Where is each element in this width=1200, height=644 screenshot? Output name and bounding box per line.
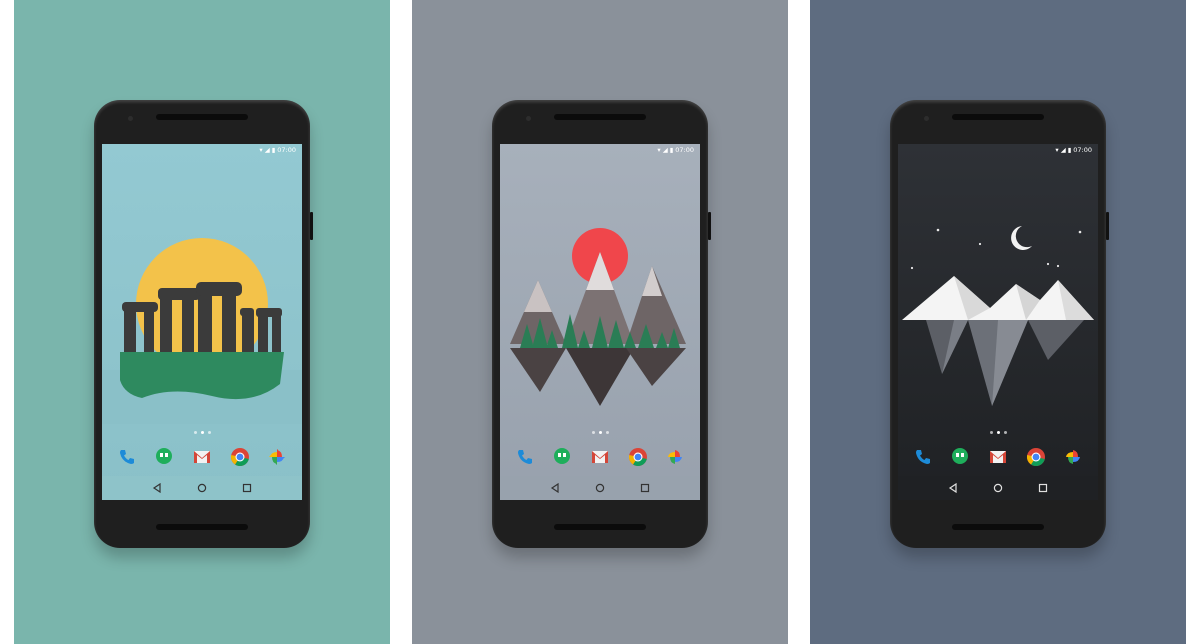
home-icon[interactable] xyxy=(194,480,210,496)
grass-island xyxy=(120,352,284,400)
power-button xyxy=(1106,212,1109,240)
gmail-icon[interactable] xyxy=(589,446,611,468)
battery-icon: ▮ xyxy=(669,146,674,154)
chrome-icon[interactable] xyxy=(229,446,251,468)
app-dock xyxy=(898,444,1098,470)
page-dot[interactable] xyxy=(1003,431,1007,434)
crescent-moon xyxy=(1011,226,1032,250)
page-dot-active[interactable] xyxy=(996,431,1000,434)
photos-icon[interactable] xyxy=(664,446,686,468)
hangouts-icon[interactable] xyxy=(153,446,175,468)
page-dot-active[interactable] xyxy=(200,431,204,434)
earpiece-speaker xyxy=(554,114,646,120)
phone-screen: ▾ ◢ ▮ 07:00 xyxy=(102,144,302,500)
wifi-icon: ▾ xyxy=(1055,146,1059,154)
navigation-bar xyxy=(500,476,700,500)
page-dot[interactable] xyxy=(207,431,211,434)
navigation-bar xyxy=(102,476,302,500)
photos-icon[interactable] xyxy=(1062,446,1084,468)
back-icon[interactable] xyxy=(547,480,563,496)
photos-icon[interactable] xyxy=(266,446,288,468)
home-page-indicator xyxy=(102,431,302,434)
status-bar: ▾ ◢ ▮ 07:00 xyxy=(500,144,700,156)
earpiece-speaker xyxy=(952,114,1044,120)
page-dot-active[interactable] xyxy=(598,431,602,434)
page-dot[interactable] xyxy=(989,431,993,434)
battery-icon: ▮ xyxy=(1067,146,1072,154)
hangouts-icon[interactable] xyxy=(551,446,573,468)
page-dot[interactable] xyxy=(591,431,595,434)
app-dock xyxy=(500,444,700,470)
status-time: 07:00 xyxy=(1073,146,1092,154)
earpiece-speaker xyxy=(156,114,248,120)
iceberg-wallpaper-art xyxy=(902,226,1094,406)
phone-screen: ▾ ◢ ▮ 07:00 xyxy=(500,144,700,500)
stars xyxy=(910,228,1082,270)
navigation-bar xyxy=(898,476,1098,500)
wifi-icon: ▾ xyxy=(657,146,661,154)
stonehenge-wallpaper-art xyxy=(102,238,302,424)
bottom-speaker xyxy=(156,524,248,530)
phone-mockup: ▾ ◢ ▮ 07:00 xyxy=(890,100,1109,548)
phone-icon[interactable] xyxy=(116,446,138,468)
battery-icon: ▮ xyxy=(271,146,276,154)
phone-screen: ▾ ◢ ▮ 07:00 xyxy=(898,144,1098,500)
wallpaper-preview-iceberg: ▾ ◢ ▮ 07:00 xyxy=(810,0,1186,644)
phone-mockup: ▾ ◢ ▮ 07:00 xyxy=(492,100,711,548)
wallpaper-preview-mountains: ▾ ◢ ▮ 07:00 xyxy=(412,0,788,644)
back-icon[interactable] xyxy=(149,480,165,496)
home-icon[interactable] xyxy=(990,480,1006,496)
wallpaper-preview-stonehenge: ▾ ◢ ▮ 07:00 xyxy=(14,0,390,644)
phone-icon[interactable] xyxy=(912,446,934,468)
chrome-icon[interactable] xyxy=(1025,446,1047,468)
signal-icon: ◢ xyxy=(662,146,668,154)
hangouts-icon[interactable] xyxy=(949,446,971,468)
status-bar: ▾ ◢ ▮ 07:00 xyxy=(898,144,1098,156)
page-dot[interactable] xyxy=(193,431,197,434)
bottom-speaker xyxy=(554,524,646,530)
gmail-icon[interactable] xyxy=(191,446,213,468)
front-camera xyxy=(526,116,531,121)
chrome-icon[interactable] xyxy=(627,446,649,468)
home-icon[interactable] xyxy=(592,480,608,496)
bottom-speaker xyxy=(952,524,1044,530)
status-bar: ▾ ◢ ▮ 07:00 xyxy=(102,144,302,156)
mountains-wallpaper-art xyxy=(510,228,686,406)
status-time: 07:00 xyxy=(277,146,296,154)
power-button xyxy=(708,212,711,240)
phone-mockup: ▾ ◢ ▮ 07:00 xyxy=(94,100,313,548)
signal-icon: ◢ xyxy=(264,146,270,154)
page-dot[interactable] xyxy=(605,431,609,434)
front-camera xyxy=(128,116,133,121)
phone-icon[interactable] xyxy=(514,446,536,468)
home-page-indicator xyxy=(898,431,1098,434)
back-icon[interactable] xyxy=(945,480,961,496)
status-time: 07:00 xyxy=(675,146,694,154)
recents-icon[interactable] xyxy=(1035,480,1051,496)
home-page-indicator xyxy=(500,431,700,434)
front-camera xyxy=(924,116,929,121)
power-button xyxy=(310,212,313,240)
gmail-icon[interactable] xyxy=(987,446,1009,468)
app-dock xyxy=(102,444,302,470)
wifi-icon: ▾ xyxy=(259,146,263,154)
signal-icon: ◢ xyxy=(1060,146,1066,154)
recents-icon[interactable] xyxy=(637,480,653,496)
recents-icon[interactable] xyxy=(239,480,255,496)
